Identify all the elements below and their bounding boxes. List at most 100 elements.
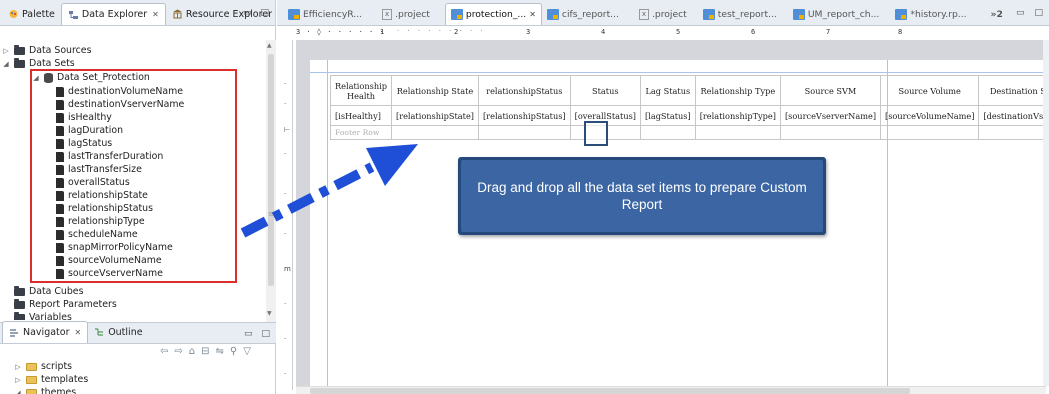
canvas-vertical-scrollbar[interactable]: [1043, 40, 1049, 386]
tab-overflow-button[interactable]: »2: [986, 3, 1008, 25]
nav-item-themes[interactable]: ◢ themes: [14, 386, 76, 394]
close-icon[interactable]: ✕: [74, 328, 81, 337]
detail-cell[interactable]: [sourceVolumeName]: [880, 105, 980, 126]
close-icon[interactable]: ✕: [529, 10, 536, 19]
expand-icon[interactable]: ▷: [14, 363, 22, 371]
close-icon[interactable]: ✕: [152, 10, 159, 19]
editor-tab[interactable]: x .project: [377, 3, 435, 25]
header-cell[interactable]: Relationship State: [390, 75, 479, 106]
report-file-icon: [288, 8, 300, 20]
resource-explorer-icon: [172, 9, 182, 19]
data-explorer-panel: Palette Data Explorer ✕ Resource Explore…: [0, 0, 276, 394]
header-cell[interactable]: Relationship Type: [694, 75, 781, 106]
footer-cell[interactable]: [880, 125, 980, 140]
header-cell[interactable]: Status: [569, 75, 642, 106]
home-icon[interactable]: ⌂: [189, 346, 195, 357]
footer-cell[interactable]: [978, 125, 1049, 140]
minimize-icon[interactable]: ▭: [244, 329, 253, 339]
scroll-up-icon[interactable]: ▲: [267, 42, 272, 49]
detail-cell[interactable]: [isHealthy]: [330, 105, 392, 126]
nav-item-scripts[interactable]: ▷ scripts: [14, 360, 72, 373]
footer-cell[interactable]: [640, 125, 696, 140]
data-explorer-icon: [68, 10, 78, 19]
folder-icon: [14, 44, 25, 55]
tab-navigator-label: Navigator: [23, 327, 70, 338]
tab-outline[interactable]: Outline: [88, 321, 148, 343]
editor-tab[interactable]: cifs_report...: [542, 3, 624, 25]
view-menu-icon[interactable]: ▽: [243, 346, 251, 357]
scrollbar-thumb[interactable]: [310, 388, 910, 394]
minimize-icon[interactable]: ▭: [243, 8, 252, 18]
table-footer-row: Footer Row: [330, 125, 1049, 140]
project-file-icon: x: [382, 8, 393, 20]
editor-tab[interactable]: UM_report_ch...: [788, 3, 885, 25]
maximize-icon[interactable]: □: [260, 8, 269, 18]
editor-tab[interactable]: x .project: [634, 3, 692, 25]
nav-item-label: scripts: [41, 361, 73, 372]
tree-scrollbar[interactable]: ▲ ≡ ▼: [266, 40, 276, 322]
detail-cell[interactable]: [destinationVserv...]: [978, 105, 1049, 126]
scrollbar-thumb[interactable]: [268, 54, 274, 286]
detail-cell[interactable]: [relationshipType]: [694, 105, 781, 126]
editor-tab[interactable]: EfficiencyR...: [283, 3, 367, 25]
editor-tab-label: test_report...: [717, 8, 777, 20]
editor-window-controls: ▭ □: [1016, 8, 1043, 18]
expand-icon[interactable]: ▷: [2, 47, 10, 55]
editor-tab-active[interactable]: protection_... ✕: [444, 3, 542, 25]
report-file-icon: [895, 8, 908, 20]
header-cell[interactable]: Destination SVM: [978, 75, 1049, 106]
ruler-start: 3 · ◊ · · · · · ·: [296, 28, 385, 36]
detail-cell[interactable]: [sourceVserverName]: [779, 105, 882, 126]
header-cell[interactable]: Source SVM: [779, 75, 882, 106]
link-editor-icon[interactable]: ⇋: [216, 346, 224, 357]
forward-arrow-icon[interactable]: ⇨: [174, 346, 182, 357]
footer-cell[interactable]: [390, 125, 479, 140]
nav-item-templates[interactable]: ▷ templates: [14, 373, 88, 386]
tab-navigator[interactable]: Navigator ✕: [2, 321, 89, 343]
ruler-ticks: · · · · · · · · ·: [396, 28, 485, 35]
tree-item-report-parameters[interactable]: Report Parameters: [14, 298, 117, 311]
editor-tab[interactable]: *history.rp...: [890, 3, 971, 25]
tree-item-data-sources[interactable]: ▷ Data Sources: [2, 44, 91, 57]
tab-data-explorer[interactable]: Data Explorer ✕: [60, 3, 166, 25]
tab-palette-label: Palette: [22, 8, 55, 20]
collapse-icon[interactable]: ◢: [2, 60, 10, 68]
editor-tab-label: *history.rp...: [910, 8, 967, 20]
scroll-down-icon[interactable]: ▼: [267, 310, 272, 317]
collapse-icon[interactable]: ◢: [14, 389, 22, 394]
detail-cell[interactable]: [relationshipStatus]: [477, 105, 571, 126]
footer-cell[interactable]: [694, 125, 781, 140]
tree-item-variables[interactable]: Variables: [14, 311, 72, 320]
filter-icon[interactable]: ⚲: [230, 346, 237, 357]
tree-item-label: Variables: [29, 312, 72, 320]
header-cell[interactable]: Relationship Health: [330, 75, 392, 106]
header-cell[interactable]: Source Volume: [880, 75, 980, 106]
collapse-all-icon[interactable]: ⊟: [201, 346, 209, 357]
header-cell[interactable]: Lag Status: [640, 75, 696, 106]
expand-icon[interactable]: ▷: [14, 376, 22, 384]
footer-cell[interactable]: [779, 125, 882, 140]
tree-item-label: Data Sources: [29, 45, 92, 56]
detail-cell[interactable]: [relationshipState]: [390, 105, 479, 126]
ruler-number: 5: [676, 28, 682, 36]
back-arrow-icon[interactable]: ⇦: [160, 346, 168, 357]
editor-tab[interactable]: test_report...: [698, 3, 782, 25]
footer-cell[interactable]: Footer Row: [330, 125, 392, 140]
report-table[interactable]: Relationship Health Relationship State r…: [330, 75, 1049, 140]
tab-palette[interactable]: Palette: [2, 3, 61, 25]
maximize-icon[interactable]: □: [1034, 8, 1043, 18]
detail-cell[interactable]: [lagStatus]: [640, 105, 696, 126]
report-file-icon: [702, 8, 715, 20]
minimize-icon[interactable]: ▭: [1016, 8, 1025, 18]
grip-icon: ≡: [268, 210, 274, 218]
footer-cell[interactable]: [477, 125, 571, 140]
canvas-horizontal-scrollbar[interactable]: [296, 386, 1046, 394]
ruler-number: 8: [898, 28, 904, 36]
callout-body: Drag and drop all the data set items to …: [461, 160, 823, 232]
tree-item-data-cubes[interactable]: Data Cubes: [14, 285, 83, 298]
outline-icon: [95, 328, 104, 336]
ruler-number: 1: [380, 28, 386, 36]
maximize-icon[interactable]: □: [261, 329, 270, 339]
header-cell[interactable]: relationshipStatus: [477, 75, 571, 106]
drop-target-cell[interactable]: [584, 121, 608, 146]
